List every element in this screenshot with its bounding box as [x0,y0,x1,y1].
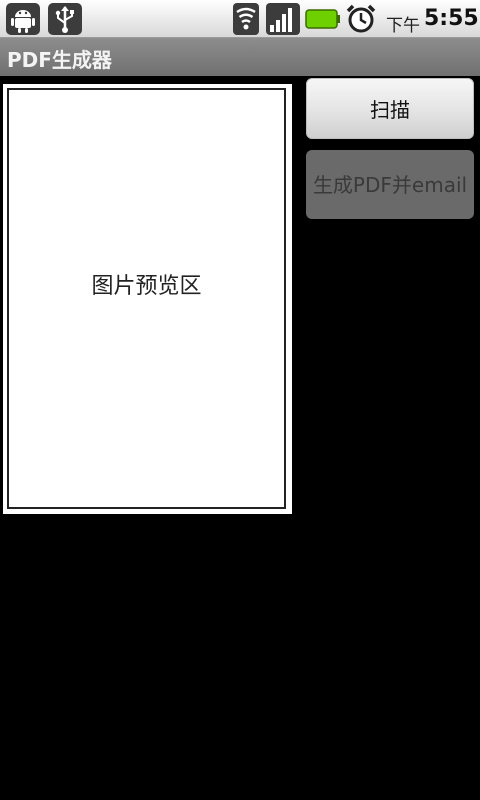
status-bar: 下午 5:55 [0,0,480,38]
signal-icon [266,3,300,35]
status-ampm: 下午 [386,16,420,36]
alarm-icon [346,4,376,33]
status-time: 5:55 [424,6,479,31]
usb-icon [48,3,82,35]
title-bar: PDF生成器 [0,38,480,76]
generate-button-label: 生成PDF并email [312,172,468,197]
scan-button[interactable]: 扫描 [306,78,474,139]
generate-pdf-email-button[interactable]: 生成PDF并email [306,150,474,219]
wifi-icon [233,3,259,35]
image-preview-frame: 图片预览区 [7,88,286,509]
battery-icon [305,9,340,29]
preview-label: 图片预览区 [91,273,202,299]
image-preview-area: 图片预览区 [3,84,292,514]
scan-button-label: 扫描 [370,98,410,122]
android-debug-icon [6,3,40,35]
app-title: PDF生成器 [7,48,112,72]
